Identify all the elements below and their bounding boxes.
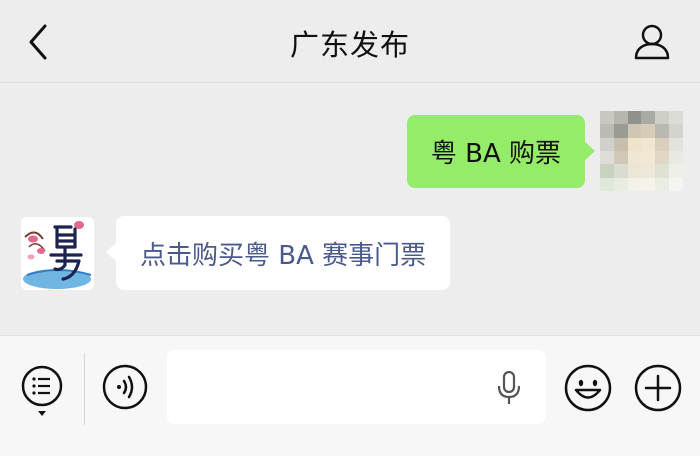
divider	[84, 353, 85, 425]
incoming-message-link[interactable]: 点击购买粤 BA 赛事门票	[105, 216, 451, 290]
avatar-pixel	[600, 150, 614, 165]
avatar-pixel	[600, 164, 614, 178]
avatar-pixel	[627, 111, 642, 125]
avatar-pixel	[613, 124, 628, 138]
avatar-pixel	[641, 164, 656, 178]
avatar-pixel	[641, 150, 656, 165]
incoming-message-text: 点击购买粤 BA 赛事门票	[140, 240, 427, 271]
avatar-pixel	[613, 150, 628, 165]
microphone-icon	[497, 370, 521, 404]
avatar-pixel	[669, 137, 683, 151]
chat-area: 粤 BA 购票 点击购买粤 BA 赛事门票	[0, 83, 700, 335]
avatar-pixel	[627, 164, 642, 178]
page-title: 广东发布	[289, 28, 410, 62]
avatar-pixel	[613, 111, 628, 125]
avatar-pixel	[655, 111, 670, 125]
avatar-pixel	[613, 177, 628, 191]
input-bar	[0, 335, 700, 456]
avatar-pixel	[600, 111, 614, 125]
menu-button[interactable]	[18, 363, 66, 421]
message-input[interactable]	[167, 350, 546, 424]
avatar-pixel	[627, 150, 642, 165]
avatar-pixel	[655, 124, 670, 138]
emoji-button[interactable]	[563, 363, 613, 413]
avatar-pixel	[669, 150, 683, 165]
avatar-pixel	[655, 150, 670, 165]
voice-icon	[102, 364, 148, 410]
avatar-pixel	[627, 137, 642, 151]
outgoing-message-text: 粤 BA 购票	[430, 139, 561, 169]
outgoing-message[interactable]: 粤 BA 购票	[406, 115, 596, 188]
avatar-pixel	[600, 124, 614, 138]
more-button[interactable]	[633, 363, 683, 413]
plus-icon	[634, 364, 682, 412]
top-bar: 广东发布	[0, 0, 700, 83]
avatar-pixel	[627, 177, 642, 191]
avatar-pixel	[613, 137, 628, 151]
profile-button[interactable]	[632, 22, 672, 62]
menu-list-icon	[21, 365, 63, 416]
avatar-pixel	[669, 177, 683, 191]
official-account-avatar[interactable]	[21, 217, 94, 290]
avatar-pixel	[641, 137, 656, 151]
avatar-pixel	[600, 137, 614, 151]
avatar-pixel	[669, 111, 683, 125]
voice-button[interactable]	[101, 363, 149, 411]
avatar-pixel	[641, 177, 656, 191]
avatar-pixel	[669, 164, 683, 178]
avatar-pixel	[655, 137, 670, 151]
avatar-pixel	[600, 177, 614, 191]
microphone-button[interactable]	[494, 370, 524, 406]
avatar-pixel	[655, 177, 670, 191]
user-avatar[interactable]	[600, 111, 683, 191]
avatar-pixel	[669, 124, 683, 138]
person-icon	[634, 24, 670, 60]
guangdong-logo-icon	[21, 217, 94, 290]
avatar-pixel	[641, 111, 656, 125]
emoji-icon	[564, 364, 612, 412]
avatar-pixel	[655, 164, 670, 178]
avatar-pixel	[627, 124, 642, 138]
avatar-pixel	[641, 124, 656, 138]
avatar-pixel	[613, 164, 628, 178]
